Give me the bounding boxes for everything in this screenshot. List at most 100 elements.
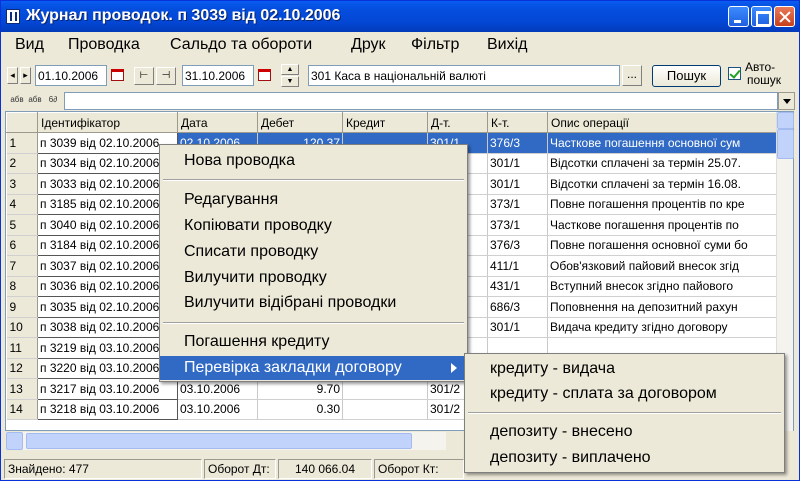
search-button[interactable]: Пошук bbox=[652, 65, 721, 87]
row-credit-account[interactable]: 376/3 bbox=[487, 132, 548, 154]
row-number[interactable]: 4 bbox=[6, 194, 38, 215]
row-identifier[interactable]: п 3220 від 03.10.2006 bbox=[37, 357, 178, 379]
menu-print[interactable]: Друк bbox=[351, 36, 386, 54]
row-number[interactable]: 1 bbox=[6, 132, 38, 154]
menu-new-entry[interactable]: Нова проводка bbox=[160, 149, 467, 173]
col-credit-account[interactable]: К-т. bbox=[487, 112, 548, 133]
row-identifier[interactable]: п 3036 від 02.10.2006 bbox=[37, 275, 178, 297]
range-start-icon[interactable]: ⊢ bbox=[134, 67, 154, 85]
col-debit[interactable]: Дебет bbox=[257, 112, 343, 133]
vertical-scroll-thumb[interactable] bbox=[777, 129, 794, 159]
row-description[interactable]: Вступний внесок згідно пайового bbox=[547, 276, 778, 297]
col-credit[interactable]: Кредит bbox=[342, 112, 428, 133]
scroll-up-button[interactable] bbox=[777, 112, 794, 129]
menu-filter[interactable]: Фільтр bbox=[411, 36, 459, 54]
submenu-loan-issue[interactable]: кредиту - видача bbox=[465, 357, 784, 381]
menu-write-off-entry[interactable]: Списати проводку bbox=[160, 240, 467, 264]
account-browse-button[interactable]: ... bbox=[622, 65, 642, 86]
filter-icon[interactable]: абв bbox=[27, 92, 43, 108]
spin-up-button[interactable]: ▲ bbox=[281, 64, 299, 75]
row-number[interactable]: 10 bbox=[6, 317, 38, 338]
row-identifier[interactable]: п 3039 від 02.10.2006 bbox=[37, 132, 178, 154]
minimize-button[interactable] bbox=[728, 6, 749, 27]
menu-loan-repayment[interactable]: Погашення кредиту bbox=[160, 330, 467, 354]
prev-period-button[interactable]: ◂ bbox=[7, 67, 18, 84]
row-number[interactable]: 6 bbox=[6, 235, 38, 256]
row-number[interactable]: 2 bbox=[6, 153, 38, 174]
find-icon[interactable]: 6∂ bbox=[45, 92, 61, 108]
row-description[interactable]: Часткове погашення процентів по bbox=[547, 214, 778, 236]
filter-dropdown-button[interactable] bbox=[778, 92, 795, 110]
row-identifier[interactable]: п 3184 від 02.10.2006 bbox=[37, 234, 178, 256]
close-button[interactable] bbox=[774, 6, 795, 27]
title-bar[interactable]: Журнал проводок. п 3039 від 02.10.2006 bbox=[1, 1, 799, 32]
row-description[interactable]: Відсотки сплачені за термін 16.08. bbox=[547, 173, 778, 195]
row-identifier[interactable]: п 3038 від 02.10.2006 bbox=[37, 316, 178, 338]
row-credit[interactable] bbox=[342, 399, 428, 420]
row-number[interactable]: 3 bbox=[6, 173, 38, 195]
row-identifier[interactable]: п 3034 від 02.10.2006 bbox=[37, 152, 178, 174]
row-description[interactable]: Повне погашення основної суми бо bbox=[547, 235, 778, 256]
date-from-input[interactable]: 01.10.2006 bbox=[35, 65, 107, 86]
row-description[interactable]: Видача кредиту згідно договору bbox=[547, 317, 778, 338]
spellcheck-icon[interactable]: абв bbox=[9, 92, 25, 108]
menu-view[interactable]: Вид bbox=[15, 36, 44, 54]
col-identifier[interactable]: Ідентифікатор bbox=[37, 112, 178, 133]
row-number[interactable]: 11 bbox=[6, 337, 38, 359]
horizontal-scroll-thumb[interactable] bbox=[26, 433, 412, 449]
next-period-button[interactable]: ▸ bbox=[20, 67, 31, 84]
menu-edit[interactable]: Редагування bbox=[160, 188, 467, 212]
spin-down-button[interactable]: ▼ bbox=[281, 76, 299, 87]
auto-search-checkbox[interactable] bbox=[728, 67, 741, 80]
row-number[interactable]: 7 bbox=[6, 255, 38, 277]
row-identifier[interactable]: п 3037 від 02.10.2006 bbox=[37, 255, 178, 277]
menu-balance[interactable]: Сальдо та обороти bbox=[170, 36, 312, 54]
row-credit-account[interactable]: 301/1 bbox=[487, 317, 548, 338]
row-number[interactable]: 12 bbox=[6, 358, 38, 379]
date-to-input[interactable]: 31.10.2006 bbox=[182, 65, 254, 86]
menu-entry[interactable]: Проводка bbox=[68, 36, 140, 54]
row-credit-account[interactable]: 431/1 bbox=[487, 276, 548, 297]
col-rownum[interactable] bbox=[6, 112, 38, 133]
row-identifier[interactable]: п 3217 від 03.10.2006 bbox=[37, 378, 178, 400]
row-identifier[interactable]: п 3185 від 02.10.2006 bbox=[37, 193, 178, 215]
menu-copy-entry[interactable]: Копіювати проводку bbox=[160, 214, 467, 238]
row-credit-account[interactable]: 301/1 bbox=[487, 153, 548, 174]
row-description[interactable]: Повне погашення процентів по кре bbox=[547, 194, 778, 215]
row-number[interactable]: 5 bbox=[6, 214, 38, 236]
row-credit-account[interactable]: 301/1 bbox=[487, 173, 548, 195]
submenu-loan-payment[interactable]: кредиту - сплата за договором bbox=[465, 382, 784, 406]
row-number[interactable]: 8 bbox=[6, 276, 38, 297]
row-description[interactable]: Обов'язковий пайовий внесок згід bbox=[547, 255, 778, 277]
col-debit-account[interactable]: Д-т. bbox=[427, 112, 488, 133]
col-description[interactable]: Опис операції bbox=[547, 112, 778, 133]
col-date[interactable]: Дата bbox=[177, 112, 258, 133]
row-identifier[interactable]: п 3033 від 02.10.2006 bbox=[37, 173, 178, 195]
row-date[interactable]: 03.10.2006 bbox=[177, 399, 258, 420]
row-identifier[interactable]: п 3040 від 02.10.2006 bbox=[37, 214, 178, 236]
submenu-deposit-in[interactable]: депозиту - внесено bbox=[465, 420, 784, 444]
row-number[interactable]: 9 bbox=[6, 296, 38, 318]
row-identifier[interactable]: п 3219 від 03.10.2006 bbox=[37, 337, 178, 359]
menu-delete-entry[interactable]: Вилучити проводку bbox=[160, 266, 467, 290]
maximize-button[interactable] bbox=[751, 6, 772, 27]
row-description[interactable]: Часткове погашення основної сум bbox=[547, 132, 778, 154]
row-credit-account[interactable]: 411/1 bbox=[487, 255, 548, 277]
row-credit-account[interactable]: 373/1 bbox=[487, 214, 548, 236]
account-input[interactable]: 301 Каса в національній валюті bbox=[308, 65, 620, 86]
row-description[interactable]: Відсотки сплачені за термін 25.07. bbox=[547, 153, 778, 174]
scroll-left-button[interactable] bbox=[6, 432, 23, 450]
menu-exit[interactable]: Вихід bbox=[487, 36, 528, 54]
row-debit[interactable]: 0.30 bbox=[257, 399, 343, 420]
calendar-to-icon[interactable] bbox=[256, 67, 273, 84]
menu-contract-check[interactable]: Перевірка закладки договору bbox=[160, 356, 467, 380]
row-identifier[interactable]: п 3218 від 03.10.2006 bbox=[37, 398, 178, 420]
menu-delete-selected[interactable]: Вилучити відібрані проводки bbox=[160, 291, 467, 315]
horizontal-scrollbar[interactable] bbox=[6, 432, 446, 450]
range-end-icon[interactable]: ⊣ bbox=[156, 67, 176, 85]
row-number[interactable]: 14 bbox=[6, 399, 38, 420]
row-description[interactable]: Поповнення на депозитний рахун bbox=[547, 296, 778, 318]
row-credit-account[interactable]: 686/3 bbox=[487, 296, 548, 318]
calendar-from-icon[interactable] bbox=[109, 67, 126, 84]
row-credit-account[interactable]: 373/1 bbox=[487, 194, 548, 215]
